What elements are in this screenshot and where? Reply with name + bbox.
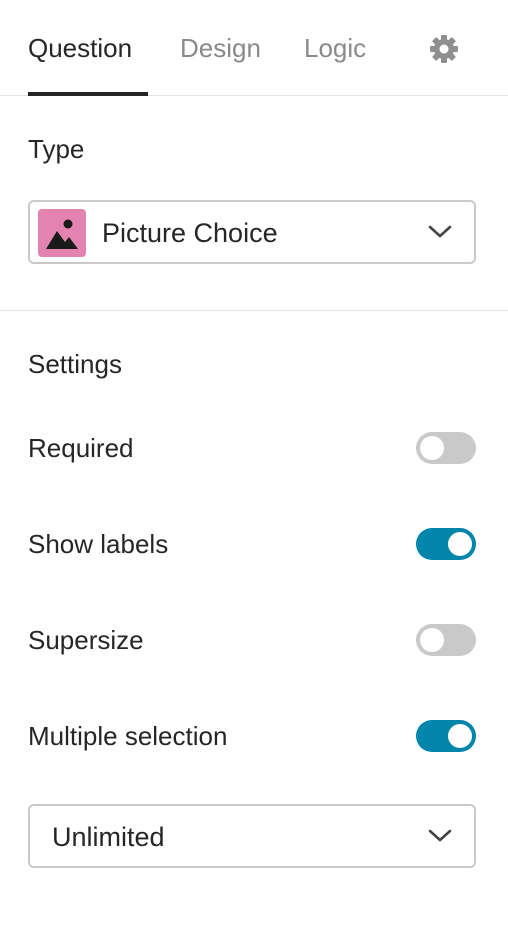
type-section-title: Type <box>28 134 85 164</box>
required-toggle[interactable] <box>416 432 476 464</box>
chevron-down-icon <box>428 826 452 846</box>
supersize-toggle[interactable] <box>416 624 476 656</box>
toggle-knob <box>448 724 472 748</box>
supersize-label: Supersize <box>28 625 144 655</box>
selection-limit-select[interactable]: Unlimited <box>28 804 476 868</box>
required-label: Required <box>28 433 134 463</box>
multiple-selection-label: Multiple selection <box>28 721 228 751</box>
question-type-select[interactable]: Picture Choice <box>28 200 476 264</box>
tab-logic[interactable]: Logic <box>304 30 366 66</box>
selection-limit-value: Unlimited <box>52 822 165 852</box>
tab-design[interactable]: Design <box>180 30 261 66</box>
toggle-knob <box>420 436 444 460</box>
show-labels-toggle[interactable] <box>416 528 476 560</box>
section-divider <box>0 310 508 311</box>
picture-icon <box>38 209 86 257</box>
toggle-knob <box>448 532 472 556</box>
settings-section-title: Settings <box>28 349 122 379</box>
question-settings-panel: Question Design Logic Type Picture Choic… <box>0 0 508 928</box>
gear-icon[interactable] <box>428 33 460 65</box>
question-type-value: Picture Choice <box>102 218 278 248</box>
tab-question[interactable]: Question <box>28 30 132 66</box>
active-tab-indicator <box>28 92 148 96</box>
toggle-knob <box>420 628 444 652</box>
tab-bar: Question Design Logic <box>0 0 508 96</box>
chevron-down-icon <box>428 222 452 242</box>
show-labels-label: Show labels <box>28 529 169 559</box>
multiple-selection-toggle[interactable] <box>416 720 476 752</box>
